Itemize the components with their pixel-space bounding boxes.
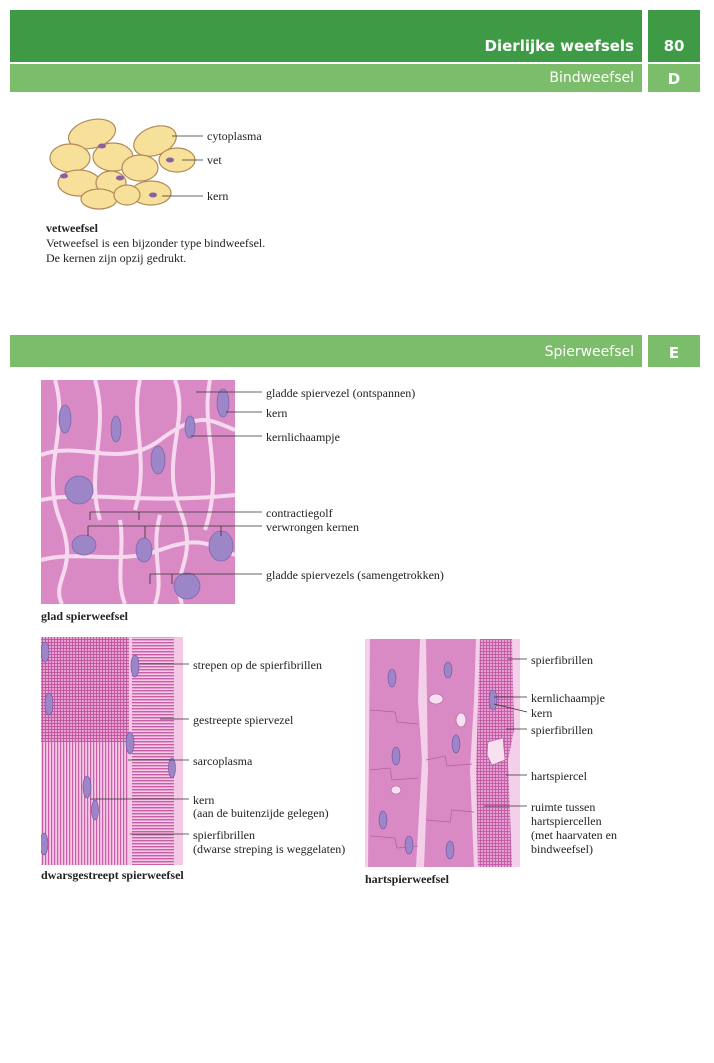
label-cardiac-space-4: bindweefsel) xyxy=(531,842,593,856)
fat-caption-line1: Vetweefsel is een bijzonder type bindwee… xyxy=(46,236,266,250)
striated-nucleus xyxy=(91,799,99,821)
striated-nucleus xyxy=(168,757,176,779)
fat-cell xyxy=(92,142,134,172)
striated-nucleus xyxy=(41,832,49,856)
label-stripes: strepen op de spierfibrillen xyxy=(193,658,322,672)
smooth-nucleus xyxy=(216,388,230,418)
striated-nucleus xyxy=(125,731,135,755)
cardiac-nucleus xyxy=(445,840,455,860)
cardiac-nucleus xyxy=(451,734,461,754)
label-striated-fibrils: spierfibrillen xyxy=(193,828,255,842)
section-d-band xyxy=(10,64,642,92)
label-striated-nucleus: kern xyxy=(193,793,215,807)
smooth-nucleus xyxy=(150,445,166,475)
striated-nucleus xyxy=(82,775,92,799)
fat-cell xyxy=(95,170,127,196)
striated-nucleus xyxy=(44,692,54,716)
label-cardiac-cell: hartspiercel xyxy=(531,769,587,783)
section-d-letter: D xyxy=(667,70,681,88)
label-smooth-nucleus: kern xyxy=(266,406,288,420)
label-smooth-nucleolus: kernlichaampje xyxy=(266,430,340,444)
fat-cell xyxy=(130,180,172,206)
smooth-caption: glad spierweefsel xyxy=(41,609,128,623)
striated-nucleus xyxy=(41,641,50,663)
cardiac-nucleus xyxy=(488,689,498,711)
fat-cell xyxy=(121,154,159,182)
section-d-title: Bindweefsel xyxy=(549,70,634,86)
fat-cell xyxy=(57,169,101,197)
fat-cell xyxy=(67,118,117,150)
smooth-nucleus xyxy=(71,534,97,556)
label-sarcoplasm: sarcoplasma xyxy=(193,754,253,768)
label-striated-nucleus-note: (aan de buitenzijde gelegen) xyxy=(193,806,329,820)
smooth-nucleus xyxy=(173,572,201,600)
fat-cell xyxy=(158,147,196,173)
smooth-nucleus xyxy=(135,537,153,563)
fat-cell xyxy=(49,143,91,173)
section-e-letter: E xyxy=(668,344,680,362)
fat-caption-title: vetweefsel xyxy=(46,221,98,235)
cardiac-caption: hartspierweefsel xyxy=(365,872,449,886)
fat-nuclei xyxy=(60,143,174,198)
label-cardiac-fibrils-top: spierfibrillen xyxy=(531,653,593,667)
label-smooth-fiber-relaxed: gladde spiervezel (ontspannen) xyxy=(266,386,416,400)
cardiac-nucleus xyxy=(391,746,401,766)
label-contraction-wave: contractiegolf xyxy=(266,506,333,520)
label-striated-fibrils-note: (dwarse streping is weggelaten) xyxy=(193,842,346,856)
fat-caption-line2: De kernen zijn opzij gedrukt. xyxy=(46,251,187,265)
label-cardiac-space-2: hartspiercellen xyxy=(531,814,602,828)
label-nucleus: kern xyxy=(207,189,229,203)
page-number: 80 xyxy=(663,37,685,55)
smooth-nucleus xyxy=(110,415,122,443)
label-striated-fiber: gestreepte spiervezel xyxy=(193,713,294,727)
fat-cell xyxy=(133,125,177,157)
cardiac-nucleus xyxy=(443,661,453,679)
fat-cells xyxy=(49,118,196,210)
section-e-title: Spierweefsel xyxy=(544,344,634,360)
label-cardiac-nucleolus: kernlichaampje xyxy=(531,691,605,705)
smooth-nucleus xyxy=(208,530,234,562)
label-fat: vet xyxy=(207,153,222,167)
label-cytoplasm: cytoplasma xyxy=(207,129,262,143)
striated-caption: dwarsgestreept spierweefsel xyxy=(41,868,184,882)
cardiac-nucleus xyxy=(378,810,388,830)
label-cardiac-fibrils: spierfibrillen xyxy=(531,723,593,737)
fat-cell xyxy=(80,188,118,210)
label-cardiac-nucleus: kern xyxy=(531,706,553,720)
fat-cell xyxy=(113,184,141,206)
smooth-nucleus xyxy=(58,404,72,434)
chapter-title: Dierlijke weefsels xyxy=(484,37,634,55)
label-cardiac-space-3: (met haarvaten en xyxy=(531,828,617,842)
smooth-nucleus xyxy=(184,415,196,439)
label-cardiac-space-1: ruimte tussen xyxy=(531,800,596,814)
striated-nucleus xyxy=(130,654,140,678)
smooth-nucleus xyxy=(64,475,94,505)
label-smooth-contracted: gladde spiervezels (samengetrokken) xyxy=(266,568,444,582)
cardiac-nucleus xyxy=(404,835,414,855)
label-twisted-nuclei: verwrongen kernen xyxy=(266,520,359,534)
cardiac-nucleus xyxy=(387,668,397,688)
